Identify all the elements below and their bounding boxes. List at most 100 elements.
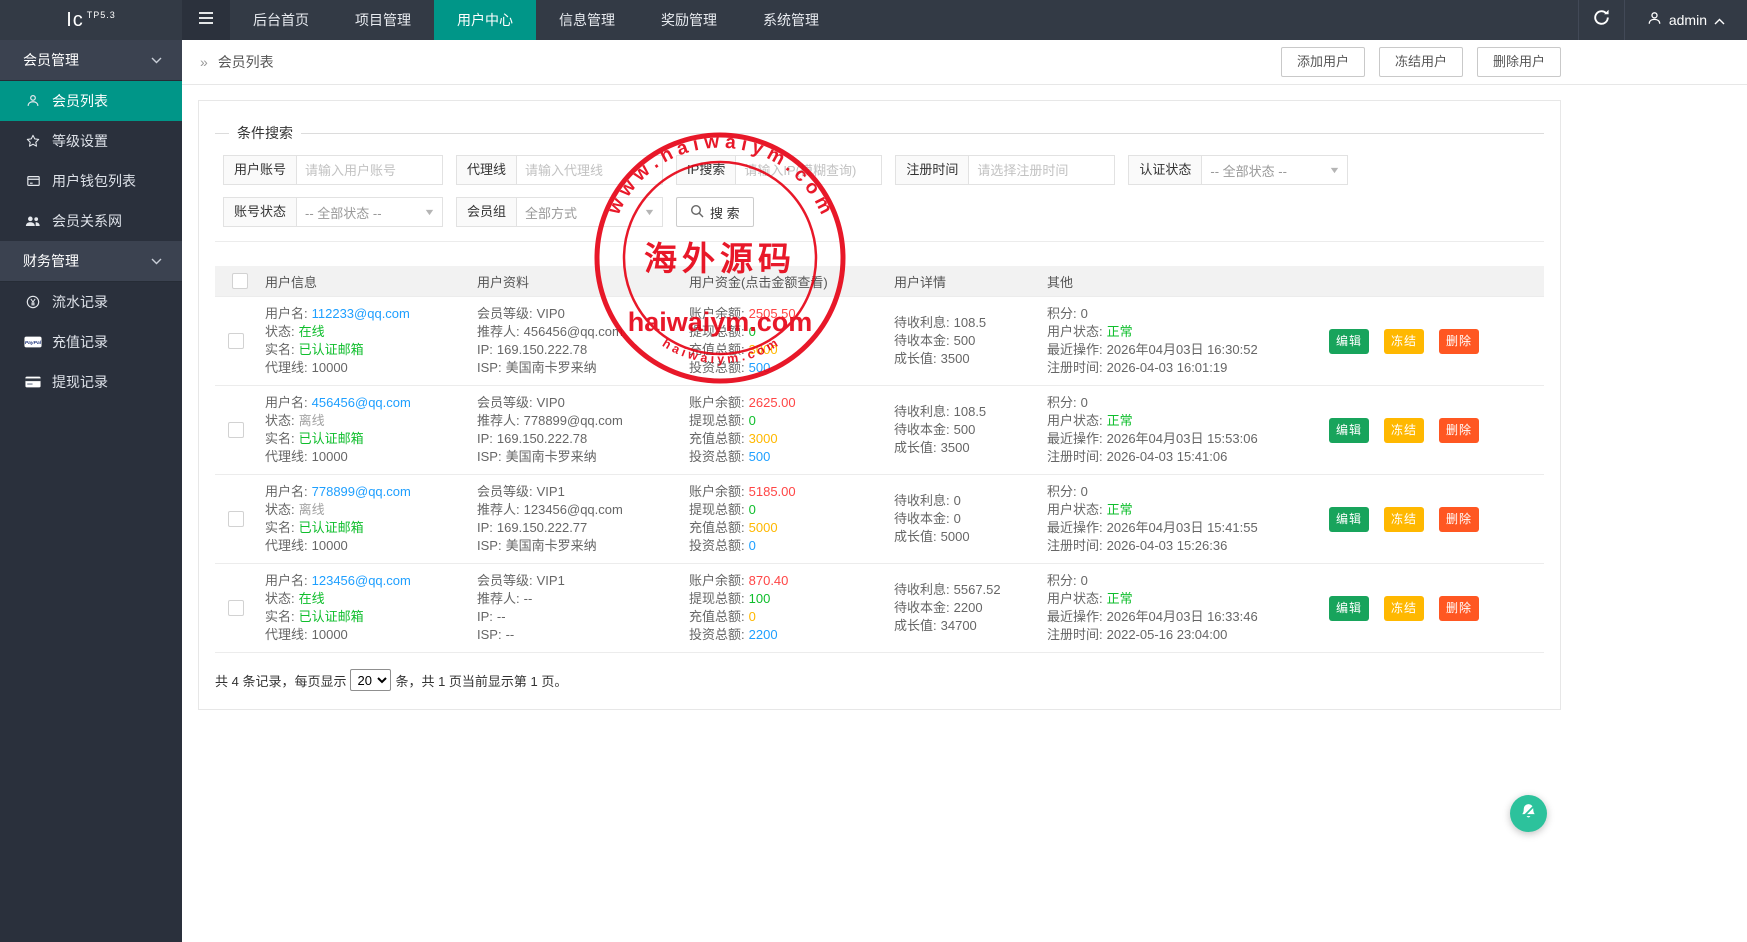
- field-value: 5185.00: [749, 484, 796, 499]
- edit-button[interactable]: 编辑: [1329, 507, 1369, 532]
- field-label: 注册时间:: [1047, 360, 1103, 375]
- field-value: 2625.00: [749, 395, 796, 410]
- page-action-button-2[interactable]: 删除用户: [1477, 47, 1561, 77]
- page-size-select[interactable]: 20: [350, 669, 391, 691]
- topbar-spacer: [842, 0, 1578, 40]
- cell-funds: 账户余额:2625.00提现总额:0充值总额:3000投资总额:500: [689, 394, 894, 466]
- search-input[interactable]: [968, 155, 1115, 185]
- field-value: 离线: [299, 413, 325, 428]
- search-input[interactable]: [296, 155, 443, 185]
- field-line: ISP:美国南卡罗来纳: [477, 359, 681, 377]
- page-action-button-0[interactable]: 添加用户: [1281, 47, 1365, 77]
- field-value: 10000: [312, 538, 348, 553]
- field-label: 状态:: [265, 324, 295, 339]
- search-input[interactable]: [735, 155, 882, 185]
- field-label: 投资总额:: [689, 449, 745, 464]
- user-menu[interactable]: admin: [1625, 0, 1747, 40]
- field-value: 离线: [299, 502, 325, 517]
- column-header-1: 用户资料: [477, 272, 689, 291]
- select-all-checkbox[interactable]: [232, 273, 248, 289]
- search-select[interactable]: -- 全部状态 --▼: [1201, 155, 1348, 185]
- sidebar-item-1-2[interactable]: 提现记录: [0, 362, 182, 402]
- sidebar-item-0-3[interactable]: 会员关系网: [0, 201, 182, 241]
- logo-text: Ic: [66, 9, 84, 32]
- topnav-item-0[interactable]: 后台首页: [230, 0, 332, 40]
- paypal-icon: PayPal: [24, 336, 42, 348]
- field-line: 推荐人:778899@qq.com: [477, 412, 681, 430]
- topnav-item-1[interactable]: 项目管理: [332, 0, 434, 40]
- delete-button[interactable]: 删除: [1439, 596, 1479, 621]
- topnav-item-4[interactable]: 奖励管理: [638, 0, 740, 40]
- sidebar-group-0[interactable]: 会员管理: [0, 40, 182, 81]
- field-value: 美国南卡罗来纳: [506, 449, 597, 464]
- field-label: 提现总额:: [689, 502, 745, 517]
- row-checkbox[interactable]: [228, 600, 244, 616]
- edit-button[interactable]: 编辑: [1329, 596, 1369, 621]
- field-line: IP:169.150.222.78: [477, 430, 681, 448]
- table-body: 用户名:112233@qq.com状态:在线实名:已认证邮箱代理线:10000会…: [215, 296, 1544, 653]
- topnav-item-2[interactable]: 用户中心: [434, 0, 536, 40]
- app-logo: Ic TP5.3: [0, 0, 182, 40]
- row-checkbox[interactable]: [228, 333, 244, 349]
- cell-other: 积分:0用户状态:正常最近操作:2026年04月03日 16:30:52注册时间…: [1047, 305, 1329, 377]
- delete-button[interactable]: 删除: [1439, 418, 1479, 443]
- field-label: 推荐人:: [477, 591, 520, 606]
- user-link[interactable]: 456456@qq.com: [312, 395, 411, 410]
- row-checkbox-cell: [215, 483, 265, 555]
- sidebar-item-label: 充值记录: [52, 332, 108, 352]
- sidebar-item-0-0[interactable]: 会员列表: [0, 81, 182, 121]
- field-label: IP:: [477, 342, 493, 357]
- refresh-button[interactable]: [1578, 0, 1625, 40]
- topnav-item-5[interactable]: 系统管理: [740, 0, 842, 40]
- field-value: 0: [954, 511, 961, 526]
- field-line: 推荐人:--: [477, 590, 681, 608]
- field-line: 注册时间:2026-04-03 15:26:36: [1047, 537, 1321, 555]
- search-select[interactable]: 全部方式▼: [516, 197, 663, 227]
- row-checkbox[interactable]: [228, 511, 244, 527]
- search-button[interactable]: 搜 索: [676, 197, 754, 227]
- row-checkbox-cell: [215, 394, 265, 466]
- field-line: 代理线:10000: [265, 626, 469, 644]
- bell-mute-icon: [1519, 802, 1538, 826]
- search-input[interactable]: [516, 155, 663, 185]
- user-link[interactable]: 778899@qq.com: [312, 484, 411, 499]
- collapse-menu-button[interactable]: [182, 0, 230, 40]
- sidebar-item-1-0[interactable]: 流水记录: [0, 282, 182, 322]
- cell-profile: 会员等级:VIP1推荐人:123456@qq.comIP:169.150.222…: [477, 483, 689, 555]
- sidebar-group-1[interactable]: 财务管理: [0, 241, 182, 282]
- page-action-button-1[interactable]: 冻结用户: [1379, 47, 1463, 77]
- freeze-button[interactable]: 冻结: [1384, 418, 1424, 443]
- field-line: 投资总额:500: [689, 359, 886, 377]
- delete-button[interactable]: 删除: [1439, 507, 1479, 532]
- sidebar-item-1-1[interactable]: PayPal 充值记录: [0, 322, 182, 362]
- search-select[interactable]: -- 全部状态 --▼: [296, 197, 443, 227]
- field-line: 代理线:10000: [265, 359, 469, 377]
- field-value: 3500: [941, 440, 970, 455]
- freeze-button[interactable]: 冻结: [1384, 596, 1424, 621]
- edit-button[interactable]: 编辑: [1329, 418, 1369, 443]
- field-line: 用户名:123456@qq.com: [265, 572, 469, 590]
- field-line: 提现总额:0: [689, 412, 886, 430]
- field-value: 正常: [1107, 591, 1133, 606]
- field-label: 待收利息:: [894, 493, 950, 508]
- sidebar-item-0-2[interactable]: 用户钱包列表: [0, 161, 182, 201]
- field-label: ISP:: [477, 627, 502, 642]
- field-line: 用户名:778899@qq.com: [265, 483, 469, 501]
- topnav-item-3[interactable]: 信息管理: [536, 0, 638, 40]
- field-value: 0: [954, 493, 961, 508]
- column-header-3: 用户详情: [894, 272, 1047, 291]
- delete-button[interactable]: 删除: [1439, 329, 1479, 354]
- user-link[interactable]: 123456@qq.com: [312, 573, 411, 588]
- field-line: 会员等级:VIP0: [477, 394, 681, 412]
- edit-button[interactable]: 编辑: [1329, 329, 1369, 354]
- user-link[interactable]: 112233@qq.com: [312, 306, 410, 321]
- row-checkbox[interactable]: [228, 422, 244, 438]
- field-label: 账户余额:: [689, 306, 745, 321]
- sidebar-item-label: 用户钱包列表: [52, 171, 136, 191]
- freeze-button[interactable]: 冻结: [1384, 329, 1424, 354]
- sidebar-item-0-1[interactable]: 等级设置: [0, 121, 182, 161]
- cell-user_info: 用户名:123456@qq.com状态:在线实名:已认证邮箱代理线:10000: [265, 572, 477, 644]
- field-value: VIP1: [537, 573, 565, 588]
- notification-float-button[interactable]: [1510, 795, 1547, 832]
- freeze-button[interactable]: 冻结: [1384, 507, 1424, 532]
